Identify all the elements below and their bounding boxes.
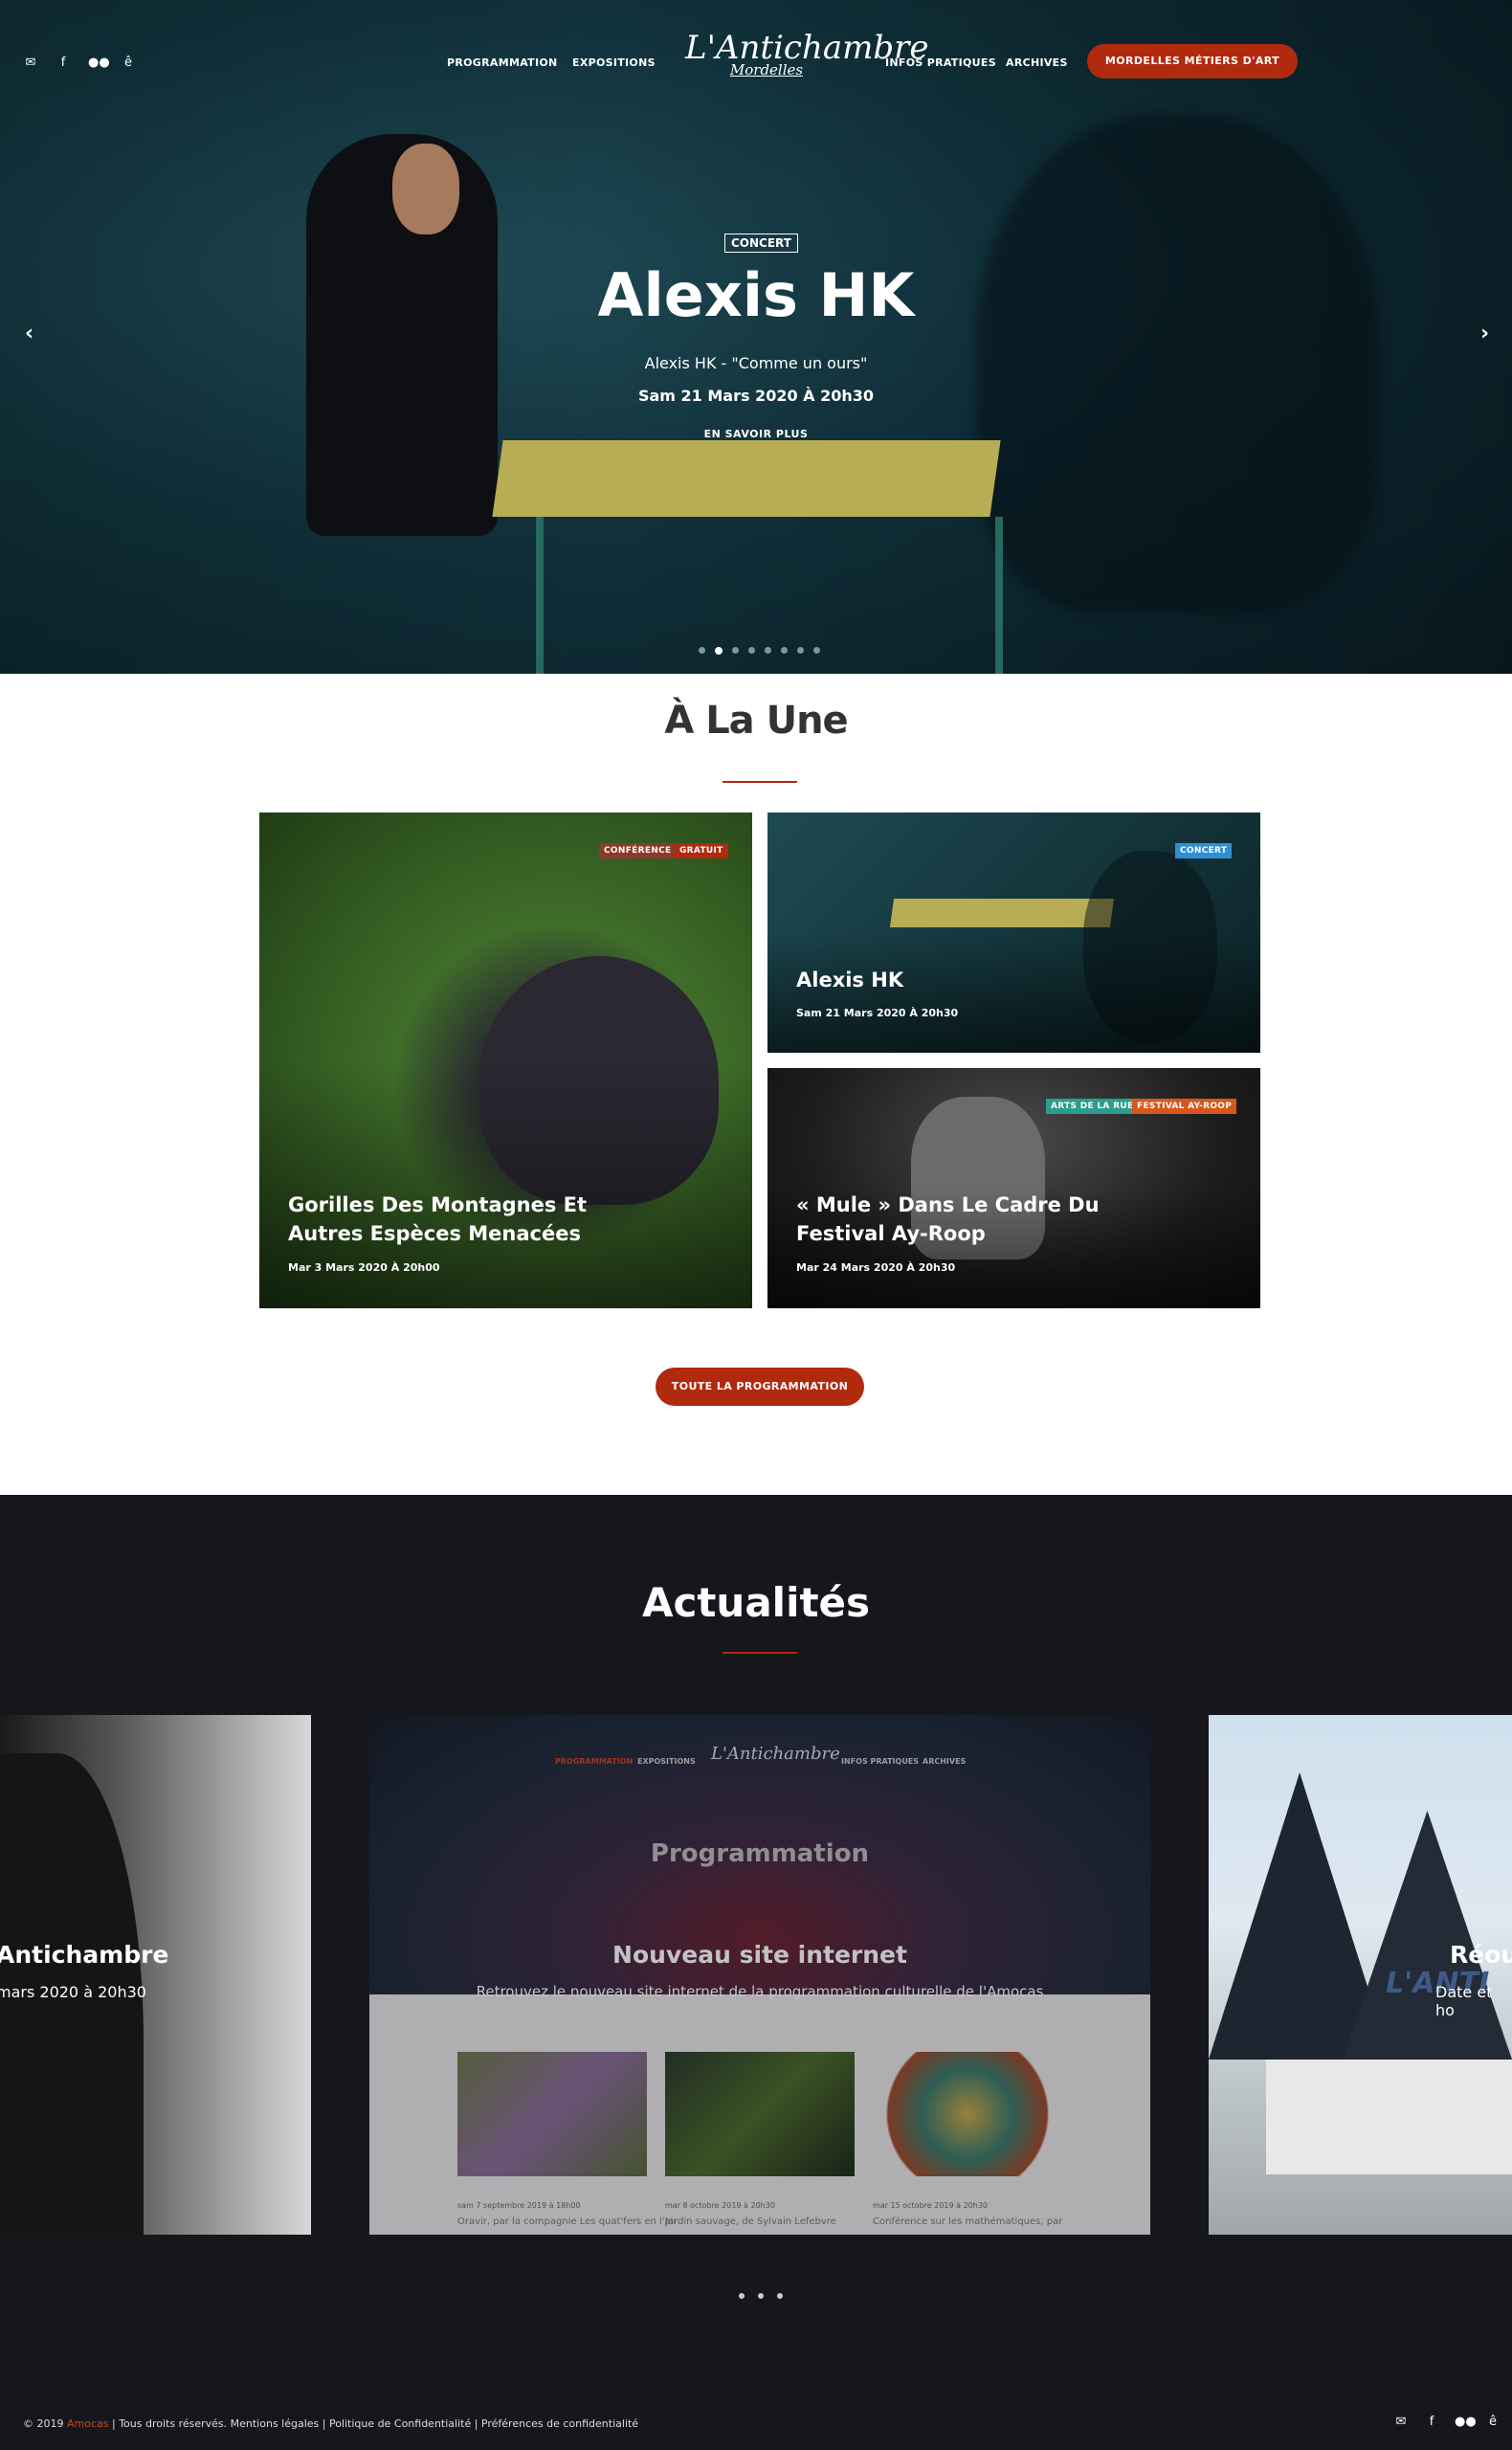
card-title: Festival Ay-Roop [796,1222,986,1245]
hero-dot[interactable] [781,647,788,654]
hero-slider: ✉ f ●● ê PROGRAMMATION EXPOSITIONS L'Ant… [0,0,1512,674]
nav-expositions[interactable]: EXPOSITIONS [572,56,656,69]
mail-icon[interactable]: ✉ [1393,2415,1409,2429]
nav-programmation[interactable]: PROGRAMMATION [447,56,558,69]
hero-dot[interactable] [699,647,705,654]
event-card-alexis[interactable]: CONCERT Alexis HK Sam 21 Mars 2020 À 20h… [767,813,1260,1053]
hero-dot[interactable] [797,647,804,654]
news-dot[interactable] [777,2293,783,2299]
card-title: Alexis HK [796,969,904,991]
all-programmation-button[interactable]: TOUTE LA PROGRAMMATION [656,1368,864,1406]
news-title: Antichambre [0,1941,169,1969]
news-pagination [739,2293,783,2299]
event-card-gorilles[interactable]: CONFÉRENCE GRATUIT Gorilles Des Montagne… [259,813,752,1308]
copyright-prefix: © 2019 [23,2417,67,2430]
hero-dot[interactable] [813,647,820,654]
flickr-icon[interactable]: ●● [1455,2415,1477,2429]
news-slide-right[interactable]: L'ANTI Réou Date et ho [1209,1715,1512,2235]
hero-dot[interactable] [732,647,739,654]
news-slide-center[interactable]: PROGRAMMATION EXPOSITIONS L'Antichambre … [369,1715,1150,2235]
facebook-icon[interactable]: f [56,56,71,70]
footer-links[interactable]: | Tous droits réservés. Mentions légales… [109,2417,638,2430]
tag-conference: CONFÉRENCE [599,843,677,858]
hero-person-head [392,144,459,234]
section-title-une: À La Une [664,699,848,743]
hero-title: Alexis HK [597,260,915,330]
social-links: ✉ f ●● ê [23,56,136,70]
mail-icon[interactable]: ✉ [23,56,38,70]
news-subtitle: mars 2020 à 20h30 [0,1983,146,2001]
e-icon[interactable]: ê [121,56,136,70]
tag-arts-de-la-rue: ARTS DE LA RUE [1046,1099,1139,1114]
top-navigation: ✉ f ●● ê PROGRAMMATION EXPOSITIONS L'Ant… [0,29,1512,96]
card-date: Sam 21 Mars 2020 À 20h30 [796,1007,959,1019]
card-title: Autres Espèces Menacées [288,1222,581,1245]
news-dot[interactable] [758,2293,764,2299]
roof-image [1343,1811,1512,2060]
metiers-art-button[interactable]: MORDELLES MÉTIERS D'ART [1087,44,1298,78]
hero-dot-active[interactable] [715,647,723,655]
brand-link[interactable]: Amocas [67,2417,109,2430]
nav-infos-pratiques[interactable]: INFOS PRATIQUES [885,56,996,69]
tag-gratuit: GRATUIT [675,843,728,858]
chevron-left-icon[interactable]: ‹ [25,322,33,345]
news-dot[interactable] [739,2293,745,2299]
section-title-actualites: Actualités [641,1579,871,1626]
hero-dot[interactable] [765,647,771,654]
footer-social-links: ✉ f ●● ê [1393,2415,1501,2429]
building-wall [1266,2060,1512,2174]
hero-dot[interactable] [748,647,755,654]
event-card-mule[interactable]: ARTS DE LA RUE FESTIVAL AY-ROOP « Mule »… [767,1068,1260,1308]
e-icon[interactable]: ê [1485,2415,1501,2429]
news-title: Réou [1450,1941,1512,1969]
title-separator [723,1652,797,1654]
facebook-icon[interactable]: f [1424,2415,1439,2429]
hero-more-link[interactable]: EN SAVOIR PLUS [0,428,1512,440]
tag-festival-ay-roop: FESTIVAL AY-ROOP [1132,1099,1237,1114]
nav-archives[interactable]: ARCHIVES [1006,56,1068,69]
title-separator [723,781,797,783]
card-date: Mar 3 Mars 2020 À 20h00 [288,1261,440,1274]
hero-category-badge: CONCERT [724,234,798,253]
tag-concert: CONCERT [1175,843,1233,858]
slide-overlay [369,1715,1150,2235]
hero-subtitle: Alexis HK - "Comme un ours" [644,354,868,372]
chevron-right-icon[interactable]: › [1480,322,1489,345]
table-leg [536,517,544,674]
card-title: « Mule » Dans Le Cadre Du [796,1193,1100,1216]
hero-pagination [699,647,820,655]
card-date: Mar 24 Mars 2020 À 20h30 [796,1261,956,1274]
card-title: Gorilles Des Montagnes Et [288,1193,588,1216]
news-subtitle: Date et ho [1435,1983,1493,2019]
hero-date: Sam 21 Mars 2020 À 20h30 [637,387,875,405]
flickr-icon[interactable]: ●● [88,56,110,70]
site-logo[interactable]: L'Antichambre Mordelles [685,29,929,78]
table-leg [995,517,1003,674]
news-slide-left[interactable]: Antichambre mars 2020 à 20h30 [0,1715,311,2235]
hero-table [492,440,1001,517]
footer-copyright: © 2019 Amocas | Tous droits réservés. Me… [23,2417,638,2430]
